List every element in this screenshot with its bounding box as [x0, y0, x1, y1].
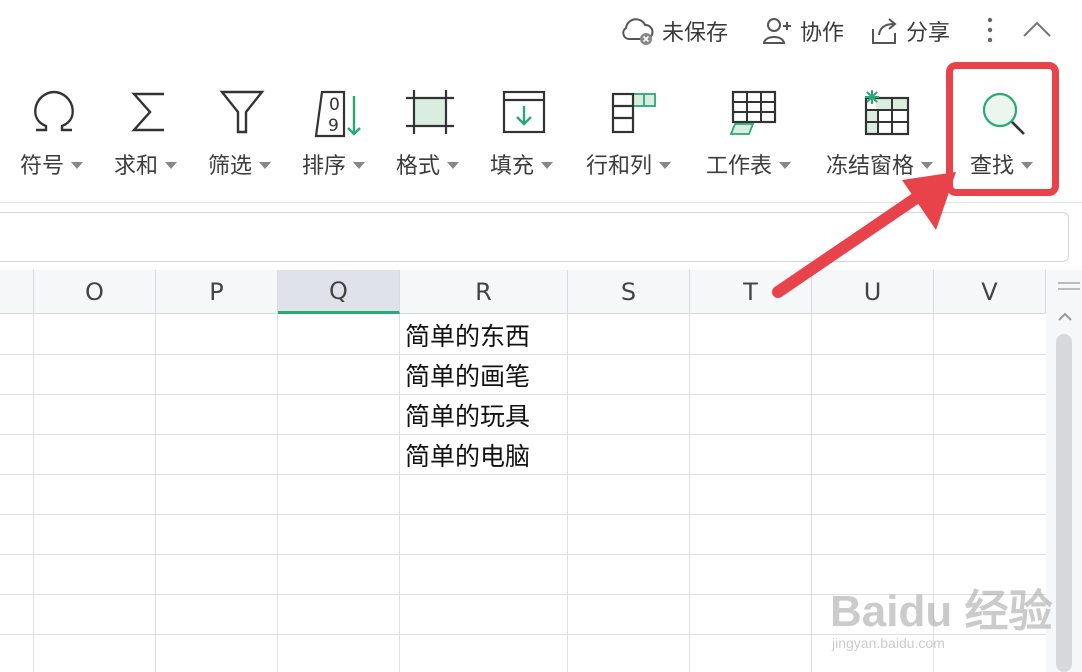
grid-line: [33, 314, 34, 672]
cell-r-3[interactable]: 简单的玩具: [405, 396, 530, 436]
grid-line: [567, 314, 568, 672]
worksheet-icon: [729, 90, 777, 135]
fill-down-icon: [502, 90, 546, 134]
sum-label: 求和: [114, 154, 159, 179]
symbol-label: 符号: [20, 154, 65, 179]
grid-line: [811, 314, 812, 672]
funnel-icon: [219, 90, 265, 134]
annotation-arrow-icon: [772, 172, 956, 298]
cell-r-1[interactable]: 简单的东西: [405, 316, 530, 356]
row-column-icon: [611, 92, 656, 134]
column-header-r[interactable]: R: [400, 270, 568, 314]
collaborate-label: 协作: [800, 21, 845, 46]
column-header-o[interactable]: O: [34, 270, 156, 314]
omega-icon: [34, 90, 74, 132]
sigma-icon: [131, 92, 164, 132]
cell-r-4[interactable]: 简单的电脑: [405, 436, 530, 476]
grid-line: [399, 314, 400, 672]
column-header-q[interactable]: Q: [278, 270, 400, 314]
caret-down-icon: [541, 161, 554, 169]
rowcol-label: 行和列: [586, 154, 653, 179]
top-bar: 未保存 协作 分享: [0, 0, 1082, 62]
unsaved-status[interactable]: 未保存: [620, 14, 728, 48]
sort-icon: 0 9: [314, 90, 361, 138]
watermark-url: jingyan.baidu.com: [832, 635, 945, 651]
freeze-panes-icon: [864, 90, 910, 136]
watermark: Baidu 经验 jingyan.baidu.com: [830, 555, 1070, 665]
format-label: 格式: [396, 154, 441, 179]
caret-down-icon: [447, 161, 460, 169]
grid-line: [689, 314, 690, 672]
watermark-logo: Baidu 经验: [830, 587, 1053, 636]
caret-down-icon: [165, 161, 178, 169]
collaborate-button[interactable]: 协作: [762, 14, 844, 48]
share-label: 分享: [906, 21, 951, 46]
filter-label: 筛选: [208, 154, 253, 179]
sort-label: 排序: [302, 154, 347, 179]
caret-down-icon: [71, 161, 84, 169]
chevron-up-icon[interactable]: [1022, 18, 1052, 40]
cell-format-icon: [406, 90, 454, 134]
cloud-unsaved-icon: [622, 18, 654, 45]
cell-r-2[interactable]: 简单的画笔: [405, 356, 530, 396]
unsaved-label: 未保存: [662, 21, 729, 46]
caret-down-icon: [259, 161, 272, 169]
fill-label: 填充: [490, 154, 535, 179]
split-handle-icon: [1058, 282, 1080, 290]
grid-line: [155, 314, 156, 672]
share-icon: [872, 18, 897, 44]
caret-down-icon: [353, 161, 366, 169]
sort-digit-top: 0: [329, 95, 340, 115]
more-icon[interactable]: [982, 16, 998, 44]
grid-line: [0, 514, 1046, 515]
add-user-icon: [762, 18, 791, 44]
sort-digit-bottom: 9: [328, 116, 339, 136]
caret-down-icon: [659, 161, 672, 169]
scroll-up-icon[interactable]: [1057, 312, 1073, 322]
share-button[interactable]: 分享: [870, 14, 950, 48]
grid-line: [277, 314, 278, 672]
column-header-partial[interactable]: [0, 270, 34, 314]
column-header-p[interactable]: P: [156, 270, 278, 314]
column-header-s[interactable]: S: [568, 270, 690, 314]
